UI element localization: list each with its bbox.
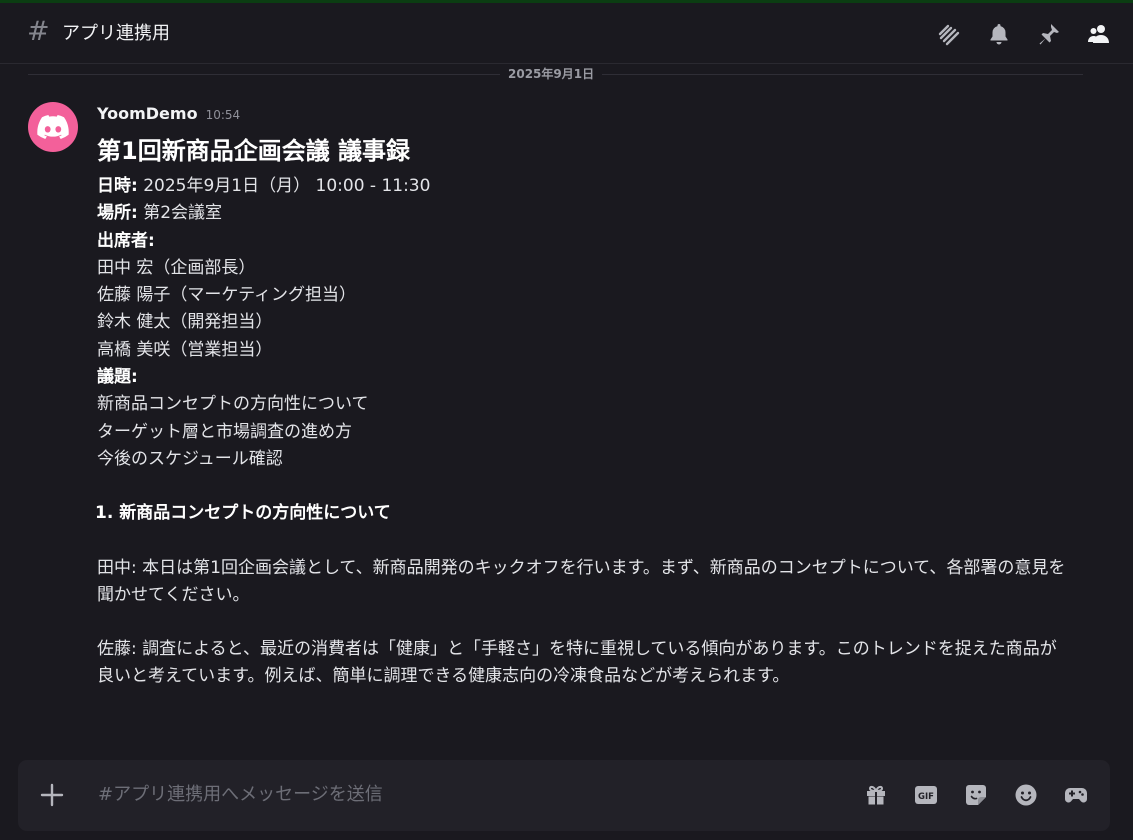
attendee-item: 高橋 美咲（営業担当） <box>97 339 273 360</box>
datetime-value: 2025年9月1日（月） 10:00 - 11:30 <box>137 176 431 196</box>
message-author[interactable]: YoomDemo <box>97 104 198 123</box>
datetime-label: 日時: <box>97 176 138 196</box>
attendee-item: 佐藤 陽子（マーケティング担当） <box>97 285 357 306</box>
minutes-title: 第1回新商品企画会議 議事録 <box>97 137 411 165</box>
members-icon[interactable] <box>1087 22 1111 46</box>
message: YoomDemo 10:54 第1回新商品企画会議 議事録 日時: 2025年9月… <box>95 102 1067 691</box>
agenda-label: 議題: <box>97 367 138 388</box>
pin-icon[interactable] <box>1037 22 1061 46</box>
composer-toolbar: GIF <box>864 783 1088 807</box>
bell-icon[interactable] <box>987 22 1011 46</box>
agenda-item: 新商品コンセプトの方向性について <box>97 394 369 415</box>
attendees-label: 出席者: <box>97 230 155 251</box>
header-toolbar <box>937 22 1111 46</box>
section-heading: 1. 新商品コンセプトの方向性について <box>95 503 391 524</box>
minutes-paragraph: 佐藤: 調査によると、最近の消費者は「健康」と「手軽さ」を特に重視している傾向が… <box>97 639 1057 687</box>
threads-icon[interactable] <box>937 22 961 46</box>
agenda-item: 今後のスケジュール確認 <box>97 448 283 469</box>
message-content: 第1回新商品企画会議 議事録 日時: 2025年9月1日（月） 10:00 - … <box>95 135 1067 691</box>
message-input[interactable]: #アプリ連携用へメッセージを送信 <box>98 782 383 808</box>
add-icon[interactable] <box>40 783 64 807</box>
minutes-paragraph: 田中: 本日は第1回企画会議として、新商品開発のキックオフを行います。まず、新商… <box>97 557 1066 605</box>
attendee-item: 鈴木 健太（開発担当） <box>97 312 273 333</box>
place-label: 場所: <box>97 203 138 224</box>
gif-icon[interactable]: GIF <box>914 783 938 807</box>
attendee-item: 田中 宏（企画部長） <box>97 257 256 278</box>
agenda-item: ターゲット層と市場調査の進め方 <box>97 421 352 442</box>
sticker-icon[interactable] <box>964 783 988 807</box>
emoji-icon[interactable] <box>1014 783 1038 807</box>
datetime-line: 日時: 2025年9月1日（月） 10:00 - 11:30 <box>97 173 1067 200</box>
game-icon[interactable] <box>1064 783 1088 807</box>
discord-logo-icon <box>37 114 69 139</box>
place-value: 第2会議室 <box>137 203 223 224</box>
scrollbar-track[interactable] <box>1121 64 1133 754</box>
channel-name: アプリ連携用 <box>62 23 170 44</box>
place-line: 場所: 第2会議室 <box>97 200 1067 227</box>
channel-hash-icon: # <box>27 16 50 47</box>
date-divider: 2025年9月1日 <box>500 66 603 82</box>
message-timestamp[interactable]: 10:54 <box>206 108 241 122</box>
channel-header: # アプリ連携用 <box>0 3 1133 64</box>
gift-icon[interactable] <box>864 783 888 807</box>
avatar[interactable] <box>28 102 78 152</box>
gif-label: GIF <box>918 792 934 802</box>
message-composer[interactable]: #アプリ連携用へメッセージを送信 GIF <box>18 760 1110 831</box>
message-list[interactable]: 2025年9月1日 YoomDemo 10:54 第1回新商品企画会議 議事録 日… <box>0 64 1121 754</box>
